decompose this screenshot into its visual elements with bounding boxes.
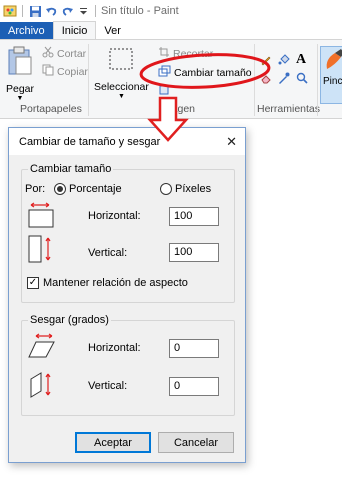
dialog-title-bar: Cambiar de tamaño y sesgar ✕ (9, 128, 245, 155)
crop-label: Recortar (173, 47, 214, 60)
save-icon[interactable] (28, 4, 42, 18)
resize-skew-dialog: Cambiar de tamaño y sesgar ✕ Cambiar tam… (8, 127, 246, 463)
clipboard-group-label: Portapapeles (20, 103, 82, 115)
radio-pixels-label: Píxeles (175, 183, 212, 195)
crop-button[interactable]: Recortar (158, 46, 213, 61)
keep-aspect-checkbox[interactable]: ✓ Mantener relación de aspecto (27, 277, 188, 289)
tab-inicio[interactable]: Inicio (52, 21, 97, 39)
scissors-icon (42, 46, 54, 61)
quick-access-toolbar (0, 4, 99, 18)
tab-archivo[interactable]: Archivo (0, 22, 53, 39)
color-picker-icon[interactable] (278, 72, 290, 87)
window-title: Sin título - Paint (101, 5, 179, 17)
keep-aspect-label: Mantener relación de aspecto (43, 277, 188, 289)
chevron-down-icon: ▼ (16, 95, 24, 102)
cut-button[interactable]: Cortar (42, 46, 86, 61)
resize-groupbox: Cambiar tamaño Por: Porcentaje Píxeles H… (21, 163, 235, 303)
skew-vertical-label: Vertical: (88, 380, 128, 392)
dialog-title: Cambiar de tamaño y sesgar (19, 135, 161, 148)
eraser-icon[interactable] (260, 72, 272, 87)
radio-percentage[interactable]: Porcentaje (54, 183, 122, 195)
radio-percentage-label: Porcentaje (69, 183, 122, 195)
rotate-button[interactable] (158, 84, 170, 99)
resize-vertical-input[interactable]: 100 (169, 243, 219, 262)
redo-icon[interactable] (60, 4, 74, 18)
resize-icon (158, 65, 171, 80)
customize-qat-icon[interactable] (76, 4, 90, 18)
resize-horizontal-label: Horizontal: (88, 210, 141, 222)
copy-label: Copiar (57, 65, 88, 78)
brushes-button[interactable]: Pinc (320, 46, 342, 104)
copy-button[interactable]: Copiar (42, 64, 88, 79)
tab-ver[interactable]: Ver (96, 22, 129, 39)
radio-indicator (160, 183, 172, 195)
skew-legend: Sesgar (grados) (28, 314, 111, 326)
selection-rect-icon (108, 46, 134, 75)
resize-horizontal-icon (27, 201, 57, 232)
crop-icon (158, 46, 170, 61)
paste-label: Pegar (6, 83, 35, 95)
skew-horizontal-label: Horizontal: (88, 342, 141, 354)
cancel-button[interactable]: Cancelar (158, 432, 234, 453)
cut-label: Cortar (57, 47, 87, 60)
clipboard-icon (7, 46, 33, 79)
qat-separator (22, 5, 23, 17)
group-separator (317, 44, 318, 116)
skew-groupbox: Sesgar (grados) Horizontal: 0 Vertical: … (21, 314, 235, 416)
resize-label: Cambiar tamaño (174, 66, 252, 79)
fill-bucket-icon[interactable] (278, 54, 290, 69)
ok-button[interactable]: Aceptar (75, 432, 151, 453)
select-button[interactable]: Seleccionar ▼ (94, 46, 149, 100)
text-tool-icon[interactable]: A (296, 52, 306, 68)
title-separator (95, 5, 96, 17)
by-label: Por: (25, 183, 46, 195)
copy-icon (42, 64, 54, 79)
select-label: Seleccionar (94, 81, 149, 93)
group-separator (254, 44, 255, 116)
rotate-icon (158, 84, 170, 99)
resize-legend: Cambiar tamaño (28, 163, 114, 175)
chevron-down-icon: ▼ (117, 93, 125, 100)
resize-button[interactable]: Cambiar tamaño (158, 65, 252, 80)
skew-vertical-input[interactable]: 0 (169, 377, 219, 396)
brush-icon (323, 47, 342, 76)
title-bar: Sin título - Paint (0, 0, 342, 22)
magnifier-icon[interactable] (296, 72, 308, 87)
checkmark-icon: ✓ (27, 277, 39, 289)
undo-icon[interactable] (44, 4, 58, 18)
image-group-label: Imagen (160, 103, 196, 115)
ribbon-tabs: Archivo Inicio Ver (0, 21, 342, 39)
resize-vertical-icon (28, 235, 54, 268)
skew-vertical-icon (30, 371, 54, 402)
resize-horizontal-input[interactable]: 100 (169, 207, 219, 226)
resize-vertical-label: Vertical: (88, 247, 128, 259)
pencil-icon[interactable] (260, 54, 272, 69)
tools-group-label: Herramientas (257, 103, 321, 115)
ribbon: Pegar ▼ Cortar Copiar Portapapeles Selec… (0, 39, 342, 119)
paint-app-icon[interactable] (3, 4, 17, 18)
close-icon[interactable]: ✕ (226, 134, 237, 150)
group-separator (88, 44, 89, 116)
brushes-label: Pinc (323, 76, 342, 87)
radio-indicator (54, 183, 66, 195)
paste-button[interactable]: Pegar ▼ (6, 46, 34, 102)
skew-horizontal-input[interactable]: 0 (169, 339, 219, 358)
skew-horizontal-icon (28, 333, 58, 362)
radio-pixels[interactable]: Píxeles (160, 183, 211, 195)
